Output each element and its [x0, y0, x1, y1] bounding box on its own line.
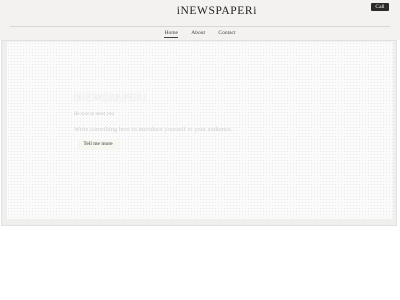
tell-me-more-button[interactable]: Tell me more: [77, 139, 119, 150]
hero-title: iNEWSPAPERi: [74, 93, 146, 104]
hero-description: Write something here to introduce yourse…: [74, 126, 233, 133]
site-brand[interactable]: iNEWSPAPERi: [0, 5, 257, 17]
nav-item-contact[interactable]: Contact: [218, 30, 235, 37]
header-divider: [10, 26, 390, 27]
main-nav: Home About Contact: [0, 30, 400, 40]
top-bar: iNEWSPAPERi Call Home About Contact: [0, 0, 400, 40]
hero-subtitle: Be nice to meet you: [74, 112, 114, 117]
nav-item-about[interactable]: About: [191, 30, 205, 37]
call-button[interactable]: Call: [371, 3, 389, 11]
nav-item-home[interactable]: Home: [164, 30, 178, 38]
